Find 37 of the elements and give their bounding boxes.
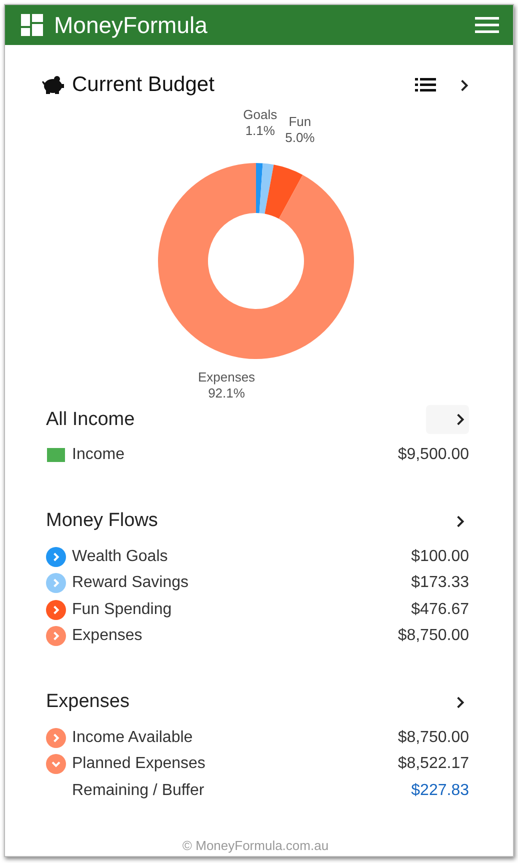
row-label: Expenses bbox=[72, 627, 144, 646]
chevron-right-icon[interactable] bbox=[456, 413, 465, 426]
app-title: MoneyFormula bbox=[54, 12, 208, 38]
piggy-bank-icon bbox=[42, 75, 64, 95]
copyright-text: © MoneyFormula.com.au bbox=[181, 838, 330, 855]
chevron-right-icon[interactable] bbox=[460, 78, 469, 92]
menu-icon[interactable] bbox=[475, 16, 499, 34]
list-icon[interactable] bbox=[415, 78, 436, 92]
slice-label: Fun bbox=[288, 114, 311, 129]
dashboard-icon bbox=[21, 14, 43, 36]
budget-title: Current Budget bbox=[72, 73, 216, 97]
row-amount: $8,522.17 bbox=[398, 755, 469, 774]
row-amount: $8,750.00 bbox=[398, 627, 469, 646]
slice-label: Goals bbox=[242, 109, 277, 122]
slice-label: Expenses bbox=[197, 369, 255, 384]
row-amount: $173.33 bbox=[411, 574, 469, 592]
row-amount: $476.67 bbox=[411, 600, 469, 619]
row-label: Income bbox=[72, 446, 126, 464]
row-amount: $227.83 bbox=[411, 782, 469, 800]
row-amount: $100.00 bbox=[411, 548, 469, 566]
chevron-right-icon[interactable] bbox=[456, 696, 465, 708]
row-label: Planned Expenses bbox=[72, 755, 206, 774]
section-title: Expenses bbox=[46, 691, 130, 713]
row-label: Wealth Goals bbox=[72, 548, 169, 566]
open-button[interactable] bbox=[426, 405, 469, 434]
row-amount: $9,500.00 bbox=[398, 446, 469, 464]
slice-percent: 5.0% bbox=[284, 130, 314, 145]
section-title: Money Flows bbox=[46, 510, 158, 532]
chevron-right-icon[interactable] bbox=[456, 514, 465, 528]
row-label: Fun Spending bbox=[72, 600, 173, 619]
slice-percent: 92.1% bbox=[208, 385, 244, 400]
slice-percent: 1.1% bbox=[244, 123, 274, 138]
row-amount: $8,750.00 bbox=[398, 728, 469, 747]
row-label: Reward Savings bbox=[72, 574, 190, 592]
section-title: All Income bbox=[46, 408, 135, 430]
row-label: Income Available bbox=[72, 728, 194, 747]
row-label: Remaining / Buffer bbox=[72, 782, 206, 800]
